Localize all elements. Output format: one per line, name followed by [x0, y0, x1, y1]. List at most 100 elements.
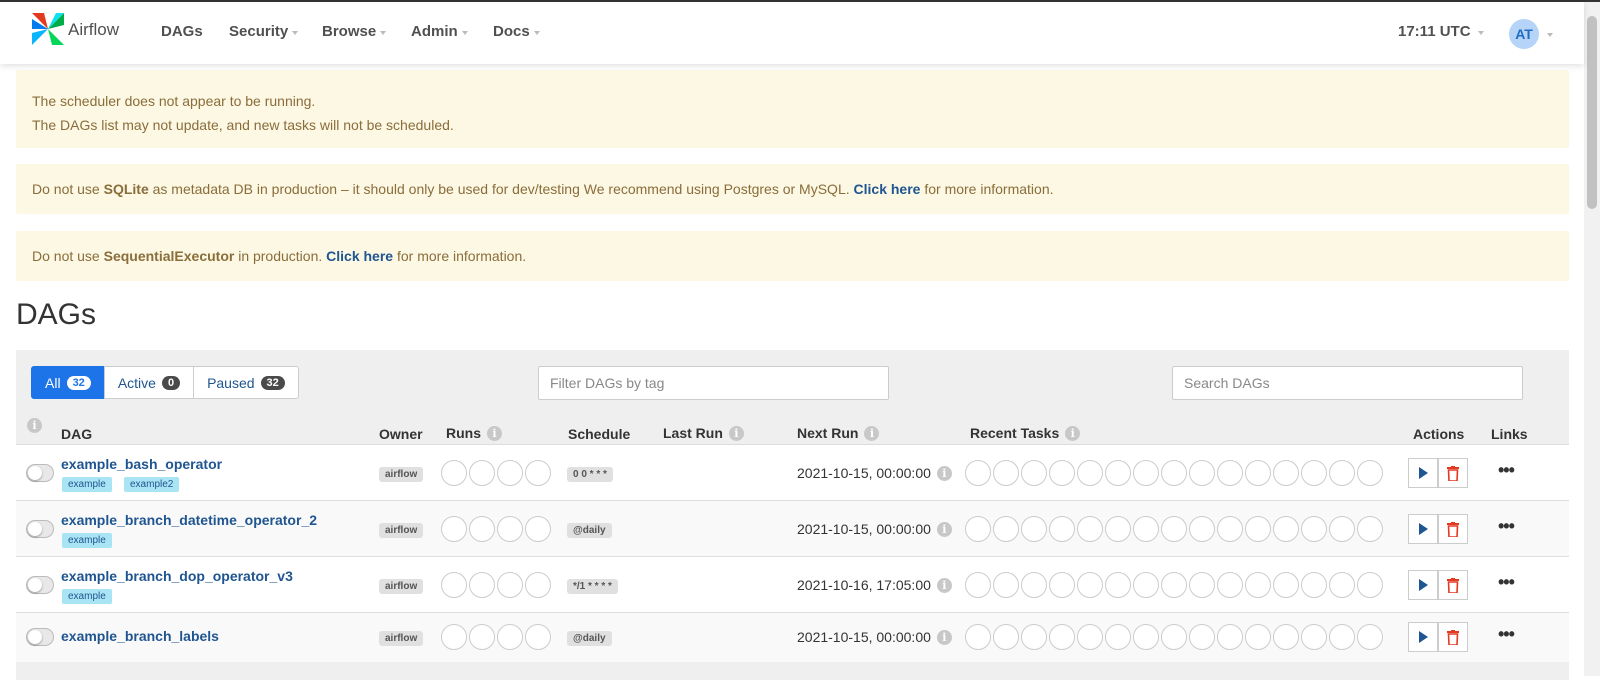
dag-link[interactable]: example_branch_dop_operator_v3 — [61, 568, 293, 584]
dag-tag[interactable]: example — [62, 533, 112, 548]
status-filter-group: All 32 Active 0 Paused 32 — [31, 366, 299, 399]
filter-all-button[interactable]: All 32 — [31, 366, 105, 399]
brand-name: Airflow — [68, 20, 120, 39]
next-run-cell: 2021-10-16, 17:05:00 i — [797, 577, 952, 593]
chevron-down-icon — [380, 30, 387, 35]
dags-panel: All32 Active0 Paused32 i DAG Owner Runsi… — [16, 350, 1569, 680]
recent-tasks-circles[interactable] — [965, 572, 1385, 598]
owner-badge[interactable]: airflow — [379, 631, 424, 646]
page-scrollbar[interactable] — [1584, 2, 1600, 676]
table-row: example_branch_datetime_operator_2 examp… — [16, 500, 1569, 556]
ellipsis-icon[interactable]: ••• — [1498, 460, 1515, 481]
recent-tasks-circles[interactable] — [965, 516, 1385, 542]
play-icon — [1419, 631, 1428, 643]
delete-dag-button[interactable] — [1438, 570, 1468, 600]
tag-filter-input[interactable] — [538, 366, 889, 400]
search-dags-input[interactable] — [1172, 366, 1523, 400]
schedule-badge[interactable]: @daily — [567, 523, 612, 538]
runs-status-circles[interactable] — [441, 516, 553, 542]
schedule-badge[interactable]: */1 * * * * — [567, 579, 618, 594]
owner-badge[interactable]: airflow — [379, 523, 424, 538]
sqlite-click-here-link[interactable]: Click here — [854, 181, 921, 197]
table-row: example_branch_labels airflow @daily 202… — [16, 612, 1569, 662]
scheduler-alert: The scheduler does not appear to be runn… — [16, 70, 1569, 148]
play-icon — [1419, 467, 1428, 479]
airflow-pinwheel-icon — [32, 13, 64, 45]
clock-dropdown[interactable]: 17:11 UTC — [1398, 23, 1484, 40]
schedule-badge[interactable]: 0 0 * * * — [567, 467, 613, 482]
trigger-dag-button[interactable] — [1408, 514, 1438, 544]
delete-dag-button[interactable] — [1438, 622, 1468, 652]
owner-badge[interactable]: airflow — [379, 467, 424, 482]
chevron-down-icon — [533, 30, 540, 35]
chevron-down-icon — [461, 30, 468, 35]
delete-dag-button[interactable] — [1438, 458, 1468, 488]
trigger-dag-button[interactable] — [1408, 570, 1438, 600]
info-icon[interactable]: i — [936, 629, 952, 645]
dag-tag[interactable]: example — [62, 589, 112, 604]
ellipsis-icon[interactable]: ••• — [1498, 624, 1515, 645]
play-icon — [1419, 523, 1428, 535]
dag-tag[interactable]: example — [62, 477, 112, 492]
info-icon[interactable]: i — [487, 425, 502, 441]
sqlite-alert: Do not use SQLite as metadata DB in prod… — [16, 164, 1569, 214]
count-badge: 0 — [161, 375, 181, 390]
trigger-dag-button[interactable] — [1408, 458, 1438, 488]
owner-badge[interactable]: airflow — [379, 579, 424, 594]
scrollbar-thumb[interactable] — [1587, 16, 1597, 209]
filter-active-button[interactable]: Active 0 — [103, 366, 195, 399]
dag-tag[interactable]: example2 — [124, 477, 180, 492]
nav-admin-dropdown[interactable]: Admin — [411, 23, 468, 40]
chevron-down-icon[interactable] — [1547, 33, 1553, 37]
nav-dags[interactable]: DAGs — [161, 23, 203, 40]
dag-info-header[interactable]: i — [27, 418, 42, 433]
runs-status-circles[interactable] — [441, 624, 553, 650]
schedule-badge[interactable]: @daily — [567, 631, 612, 646]
column-header-schedule[interactable]: Schedule — [568, 426, 630, 442]
nav-security-dropdown[interactable]: Security — [229, 23, 299, 40]
info-icon[interactable]: i — [936, 465, 952, 481]
trash-icon — [1447, 465, 1459, 481]
info-icon[interactable]: i — [1065, 425, 1081, 441]
nav-docs-dropdown[interactable]: Docs — [493, 23, 540, 40]
column-header-links: Links — [1491, 426, 1528, 442]
chevron-down-icon — [292, 30, 299, 35]
recent-tasks-circles[interactable] — [965, 460, 1385, 486]
filter-paused-button[interactable]: Paused 32 — [193, 366, 299, 399]
info-icon[interactable]: i — [936, 577, 952, 593]
runs-status-circles[interactable] — [441, 572, 553, 598]
table-row: example_bash_operator example example2 a… — [16, 444, 1569, 500]
dag-link[interactable]: example_branch_datetime_operator_2 — [61, 512, 317, 528]
brand-logo-link[interactable]: Airflow — [30, 11, 119, 47]
ellipsis-icon[interactable]: ••• — [1498, 572, 1515, 593]
count-badge: 32 — [66, 375, 91, 390]
column-header-last-run[interactable]: Last Run i — [663, 425, 744, 441]
dag-link[interactable]: example_bash_operator — [61, 456, 222, 472]
delete-dag-button[interactable] — [1438, 514, 1468, 544]
column-header-runs: Runs i — [446, 425, 502, 441]
pause-toggle[interactable] — [26, 520, 54, 538]
user-avatar[interactable]: AT — [1509, 19, 1539, 49]
ellipsis-icon[interactable]: ••• — [1498, 516, 1515, 537]
info-icon[interactable]: i — [864, 425, 880, 441]
pause-toggle[interactable] — [26, 628, 54, 646]
executor-click-here-link[interactable]: Click here — [326, 248, 393, 264]
info-icon[interactable]: i — [936, 521, 952, 537]
column-header-owner[interactable]: Owner — [379, 426, 423, 442]
nav-browse-dropdown[interactable]: Browse — [322, 23, 387, 40]
trigger-dag-button[interactable] — [1408, 622, 1438, 652]
next-run-cell: 2021-10-15, 00:00:00 i — [797, 521, 952, 537]
column-header-next-run[interactable]: Next Run i — [797, 425, 880, 441]
alert-emphasis: SequentialExecutor — [103, 248, 235, 264]
info-icon[interactable]: i — [728, 425, 744, 441]
count-badge: 32 — [260, 375, 285, 390]
pause-toggle[interactable] — [26, 576, 54, 594]
pause-toggle[interactable] — [26, 464, 54, 482]
column-header-dag[interactable]: DAG — [61, 426, 92, 442]
executor-alert: Do not use SequentialExecutor in product… — [16, 231, 1569, 281]
alert-emphasis: SQLite — [103, 181, 149, 197]
column-header-actions: Actions — [1413, 426, 1465, 442]
recent-tasks-circles[interactable] — [965, 624, 1385, 650]
runs-status-circles[interactable] — [441, 460, 553, 486]
dag-link[interactable]: example_branch_labels — [61, 628, 219, 644]
